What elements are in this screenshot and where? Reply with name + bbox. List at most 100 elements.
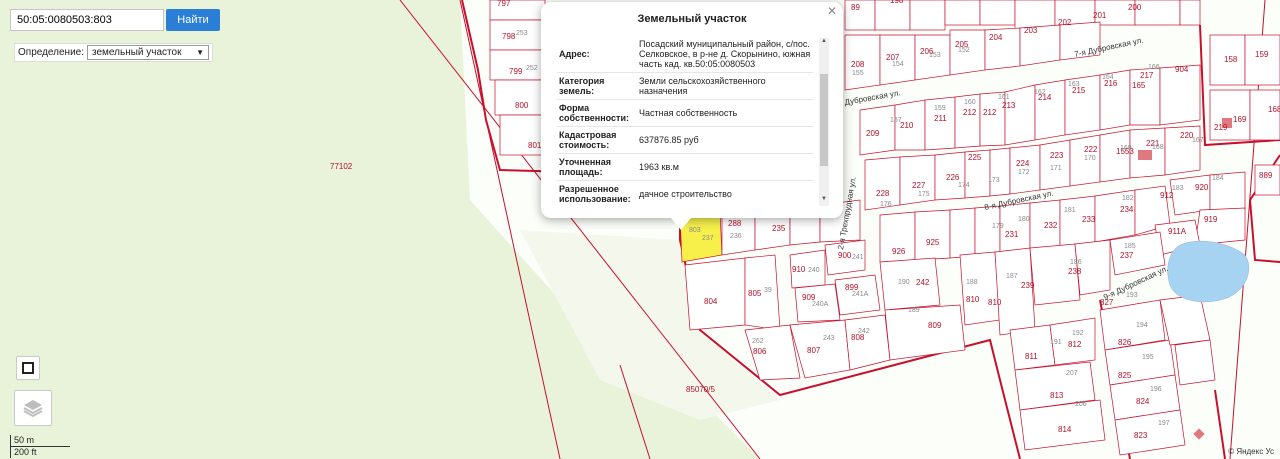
svg-text:200: 200 bbox=[1128, 3, 1142, 12]
definition-dropdown[interactable]: земельный участок ▼ bbox=[87, 45, 210, 60]
svg-text:165: 165 bbox=[1132, 81, 1146, 90]
svg-text:910: 910 bbox=[792, 265, 806, 274]
svg-text:154: 154 bbox=[892, 61, 904, 68]
svg-text:201: 201 bbox=[1093, 11, 1107, 20]
svg-text:237: 237 bbox=[1120, 251, 1134, 260]
svg-text:176: 176 bbox=[880, 201, 892, 208]
svg-text:233: 233 bbox=[1082, 215, 1096, 224]
svg-text:900: 900 bbox=[838, 251, 852, 260]
svg-text:810: 810 bbox=[988, 298, 1002, 307]
svg-text:242: 242 bbox=[916, 278, 930, 287]
svg-text:825: 825 bbox=[1118, 371, 1132, 380]
svg-text:186: 186 bbox=[1070, 259, 1082, 266]
copyright[interactable]: © Яндекс Ус bbox=[1228, 447, 1274, 456]
svg-text:197: 197 bbox=[1158, 420, 1170, 427]
svg-text:192: 192 bbox=[1072, 330, 1084, 337]
popup-pointer bbox=[671, 218, 691, 230]
svg-text:184: 184 bbox=[1212, 175, 1224, 182]
svg-text:152: 152 bbox=[958, 47, 970, 54]
svg-text:162: 162 bbox=[1034, 89, 1046, 96]
table-row: Адрес: Посадский муниципальный район, с/… bbox=[557, 36, 813, 73]
svg-text:223: 223 bbox=[1050, 151, 1064, 160]
attr-value: 1963 кв.м bbox=[637, 153, 813, 181]
svg-text:159: 159 bbox=[934, 105, 946, 112]
svg-text:172: 172 bbox=[1018, 169, 1030, 176]
scroll-down-icon[interactable]: ▼ bbox=[819, 196, 829, 206]
svg-text:235: 235 bbox=[772, 224, 786, 233]
svg-text:187: 187 bbox=[1006, 273, 1018, 280]
svg-text:912: 912 bbox=[1160, 191, 1174, 200]
popup-scrollbar[interactable]: ▲ ▼ bbox=[819, 38, 829, 206]
svg-text:174: 174 bbox=[958, 182, 970, 189]
layers-icon bbox=[23, 400, 43, 418]
svg-text:926: 926 bbox=[892, 247, 906, 256]
scroll-up-icon[interactable]: ▲ bbox=[819, 38, 829, 48]
svg-text:182: 182 bbox=[1122, 195, 1134, 202]
svg-text:252: 252 bbox=[526, 65, 538, 72]
svg-text:202: 202 bbox=[1058, 18, 1072, 27]
svg-text:160: 160 bbox=[964, 99, 976, 106]
svg-text:158: 158 bbox=[1224, 55, 1238, 64]
svg-text:904: 904 bbox=[1175, 65, 1189, 74]
svg-text:234: 234 bbox=[1120, 205, 1134, 214]
scale-meters: 50 m bbox=[10, 435, 70, 447]
layers-button[interactable] bbox=[14, 390, 52, 426]
svg-text:239: 239 bbox=[1021, 281, 1035, 290]
svg-text:170: 170 bbox=[1084, 155, 1096, 162]
popup-body[interactable]: Адрес: Посадский муниципальный район, с/… bbox=[557, 36, 829, 206]
svg-text:175: 175 bbox=[918, 191, 930, 198]
svg-text:889: 889 bbox=[1259, 171, 1273, 180]
attr-value: Посадский муниципальный район, с/пос. Се… bbox=[637, 36, 813, 73]
svg-text:194: 194 bbox=[1136, 322, 1148, 329]
table-row: Уточненная площадь: 1963 кв.м bbox=[557, 153, 813, 181]
svg-text:209: 209 bbox=[866, 129, 880, 138]
svg-text:208: 208 bbox=[851, 60, 865, 69]
search-input[interactable] bbox=[10, 9, 164, 31]
svg-text:240: 240 bbox=[808, 267, 820, 274]
svg-text:823: 823 bbox=[1134, 431, 1148, 440]
attr-key: Уточненная площадь: bbox=[557, 153, 637, 181]
svg-text:814: 814 bbox=[1058, 425, 1072, 434]
svg-text:210: 210 bbox=[900, 121, 914, 130]
attr-key: Форма собственности: bbox=[557, 99, 637, 127]
svg-text:153: 153 bbox=[929, 52, 941, 59]
svg-text:236: 236 bbox=[730, 233, 742, 240]
fullscreen-button[interactable] bbox=[16, 356, 40, 380]
svg-text:212: 212 bbox=[963, 108, 977, 117]
svg-text:169: 169 bbox=[1233, 115, 1247, 124]
svg-text:798: 798 bbox=[502, 32, 516, 41]
table-row: Кадастровая стоимость: 637876.85 руб bbox=[557, 126, 813, 154]
svg-text:799: 799 bbox=[509, 67, 523, 76]
svg-text:813: 813 bbox=[1050, 391, 1064, 400]
svg-text:198: 198 bbox=[890, 0, 904, 5]
definition-selected: земельный участок bbox=[92, 47, 182, 58]
svg-text:155: 155 bbox=[852, 70, 864, 77]
svg-text:226: 226 bbox=[946, 173, 960, 182]
fullscreen-icon bbox=[22, 362, 34, 374]
svg-text:228: 228 bbox=[876, 189, 890, 198]
svg-text:169: 169 bbox=[1120, 145, 1132, 152]
svg-text:919: 919 bbox=[1204, 215, 1218, 224]
svg-text:288: 288 bbox=[728, 219, 742, 228]
svg-text:179: 179 bbox=[992, 223, 1004, 230]
svg-text:159: 159 bbox=[1255, 50, 1269, 59]
svg-text:807: 807 bbox=[807, 346, 821, 355]
svg-text:188: 188 bbox=[966, 279, 978, 286]
table-row: Разрешенное использование: дачное строит… bbox=[557, 180, 813, 206]
svg-text:193: 193 bbox=[1126, 292, 1138, 299]
svg-text:180: 180 bbox=[1018, 216, 1030, 223]
svg-text:809: 809 bbox=[928, 321, 942, 330]
svg-text:157: 157 bbox=[890, 117, 902, 124]
svg-text:240A: 240A bbox=[812, 301, 829, 308]
search-button[interactable]: Найти bbox=[166, 9, 220, 31]
svg-text:800: 800 bbox=[515, 101, 529, 110]
svg-text:925: 925 bbox=[926, 238, 940, 247]
svg-text:164: 164 bbox=[1102, 74, 1114, 81]
scroll-thumb[interactable] bbox=[820, 74, 828, 166]
svg-text:204: 204 bbox=[989, 33, 1003, 42]
popup-title: Земельный участок bbox=[637, 13, 747, 25]
svg-text:806: 806 bbox=[753, 347, 767, 356]
svg-text:185: 185 bbox=[1124, 243, 1136, 250]
attr-key: Адрес: bbox=[557, 36, 637, 73]
svg-text:212: 212 bbox=[983, 108, 997, 117]
